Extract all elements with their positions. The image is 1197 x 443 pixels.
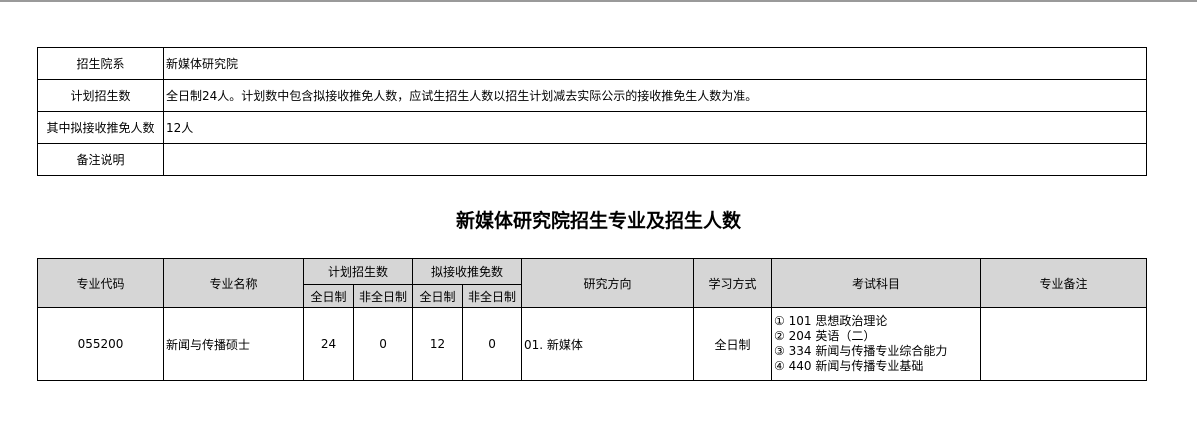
cell-mode: 全日制 [693,307,773,381]
info-label: 招生院系 [37,47,164,80]
cell-name: 新闻与传播硕士 [163,307,304,381]
cell-note [980,307,1148,381]
info-label: 备注说明 [37,143,164,176]
subheader-plan-part: 非全日制 [352,284,414,308]
header-name: 专业名称 [163,258,304,308]
info-label: 其中拟接收推免人数 [37,111,164,144]
header-code: 专业代码 [37,258,164,308]
info-row-recommend: 其中拟接收推免人数 12人 [37,111,1147,144]
subheader-rec-part: 非全日制 [462,284,523,308]
cell-rec-full: 12 [412,307,464,381]
info-value [163,143,1147,176]
cell-direction: 01. 新媒体 [521,307,695,381]
table-row: 055200 新闻与传播硕士 24 0 12 0 01. 新媒体 全日制 ① 1… [37,307,1148,381]
header-recommend: 拟接收推免数 [412,258,523,285]
header-direction: 研究方向 [521,258,695,308]
info-value: 全日制24人。计划数中包含拟接收推免人数，应试生招生人数以招生计划减去实际公示的… [163,79,1147,112]
info-row-department: 招生院系 新媒体研究院 [37,47,1147,80]
subject-item: ② 204 英语（二） [774,329,876,343]
subject-item: ① 101 思想政治理论 [774,314,888,328]
info-label: 计划招生数 [37,79,164,112]
subject-item: ④ 440 新闻与传播专业基础 [774,359,924,373]
header-mode: 学习方式 [693,258,773,308]
header-subjects: 考试科目 [771,258,982,308]
cell-plan-full: 24 [303,307,354,381]
header-row: 专业代码 专业名称 计划招生数 拟接收推免数 研究方向 学习方式 考试科目 专业… [37,258,1148,308]
top-border [0,0,1197,2]
majors-table: 专业代码 专业名称 计划招生数 拟接收推免数 研究方向 学习方式 考试科目 专业… [37,258,1148,381]
info-row-remarks: 备注说明 [37,143,1147,176]
info-row-plan: 计划招生数 全日制24人。计划数中包含拟接收推免人数，应试生招生人数以招生计划减… [37,79,1147,112]
subheader-plan-full: 全日制 [303,284,354,308]
header-note: 专业备注 [980,258,1148,308]
info-value: 新媒体研究院 [163,47,1147,80]
cell-rec-part: 0 [462,307,523,381]
cell-plan-part: 0 [352,307,414,381]
section-title: 新媒体研究院招生专业及招生人数 [455,210,741,232]
info-table: 招生院系 新媒体研究院 计划招生数 全日制24人。计划数中包含拟接收推免人数，应… [37,47,1147,176]
info-value: 12人 [163,111,1147,144]
subject-item: ③ 334 新闻与传播专业综合能力 [774,344,948,358]
header-plan: 计划招生数 [302,258,414,285]
subheader-rec-full: 全日制 [412,284,464,308]
cell-code: 055200 [37,307,164,381]
cell-subjects: ① 101 思想政治理论 ② 204 英语（二） ③ 334 新闻与传播专业综合… [771,307,982,381]
